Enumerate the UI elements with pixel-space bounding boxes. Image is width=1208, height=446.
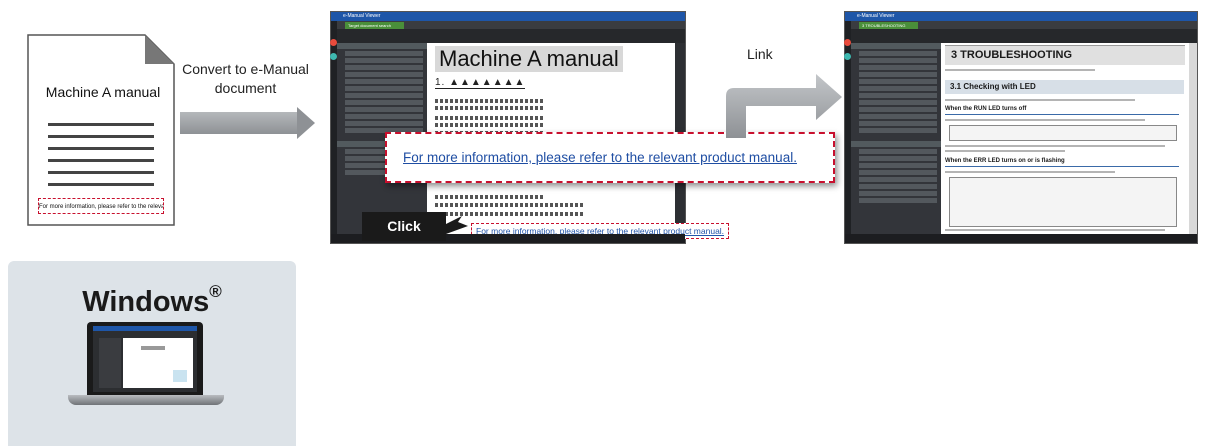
text-placeholder (435, 195, 545, 199)
window-title: e-Manual Viewer (857, 13, 895, 19)
text-placeholder (435, 99, 545, 103)
text-line (48, 123, 154, 126)
convert-arrow-head-icon (297, 107, 315, 139)
text-line (48, 159, 154, 162)
paper-document-title: Machine A manual (34, 82, 172, 102)
callout-link-text[interactable]: For more information, please refer to th… (403, 150, 797, 165)
tab-bar: 3 TROUBLESHOOTING (851, 21, 1197, 29)
teal-circle-icon (844, 53, 851, 60)
registered-mark: ® (209, 282, 222, 301)
windows-title-text: Windows (82, 286, 210, 318)
click-label: Click (362, 212, 446, 241)
document-tree-panel (851, 43, 941, 234)
paper-reference-note: For more information, please refer to th… (38, 198, 164, 214)
text-line (945, 229, 1165, 231)
text-line (945, 145, 1165, 147)
text-line (48, 135, 154, 138)
windows-title: Windows® (8, 282, 296, 319)
text-line (48, 183, 154, 186)
check-table (949, 177, 1177, 227)
subsection-heading: When the RUN LED turns off (945, 105, 1179, 115)
section-heading: 3.1 Checking with LED (945, 80, 1184, 94)
text-line (48, 147, 154, 150)
window-title: e-Manual Viewer (343, 13, 381, 19)
document-content: 3 TROUBLESHOOTING 3.1 Checking with LED … (941, 43, 1189, 234)
convert-arrow-shaft (180, 112, 298, 134)
check-table (949, 125, 1177, 141)
tab-troubleshooting[interactable]: 3 TROUBLESHOOTING (859, 22, 918, 29)
red-circle-icon (844, 39, 851, 46)
teal-circle-icon (330, 53, 337, 60)
laptop-base (68, 395, 224, 405)
text-placeholder (435, 203, 585, 207)
red-circle-icon (330, 39, 337, 46)
chapter-heading: 3 TROUBLESHOOTING (945, 45, 1185, 65)
convert-label: Convert to e-Manual document (182, 61, 309, 96)
link-label: Link (747, 46, 773, 62)
text-line (945, 99, 1135, 101)
laptop-display (93, 326, 197, 392)
scrollbar[interactable] (1189, 43, 1197, 234)
text-line (945, 150, 1065, 152)
tab-target-search[interactable]: Target document search (345, 22, 404, 29)
reference-callout: For more information, please refer to th… (385, 132, 835, 183)
text-line (945, 119, 1145, 121)
pointer-arrow-icon (446, 216, 468, 234)
link-arrow-icon (726, 74, 842, 138)
text-placeholder (435, 116, 545, 120)
toolbar (337, 29, 685, 43)
subsection-heading: When the ERR LED turns on or is flashing (945, 157, 1179, 167)
text-line (945, 69, 1095, 71)
toolbar (851, 29, 1197, 43)
title-bar: e-Manual Viewer (845, 12, 1197, 21)
text-line (945, 171, 1115, 173)
section-heading: 1. ▲▲▲▲▲▲▲ (435, 77, 526, 89)
document-title: Machine A manual (435, 46, 623, 72)
text-line (48, 171, 154, 174)
text-placeholder (435, 106, 545, 110)
emanual-viewer-window-2: e-Manual Viewer 3 TROUBLESHOOTING 3 TROU… (844, 11, 1198, 244)
emanual-viewer-window-1: e-Manual Viewer Target document search M… (330, 11, 730, 244)
status-bar (845, 234, 1197, 243)
tab-bar: Target document search (337, 21, 685, 29)
text-placeholder (435, 123, 545, 127)
title-bar: e-Manual Viewer (331, 12, 685, 21)
